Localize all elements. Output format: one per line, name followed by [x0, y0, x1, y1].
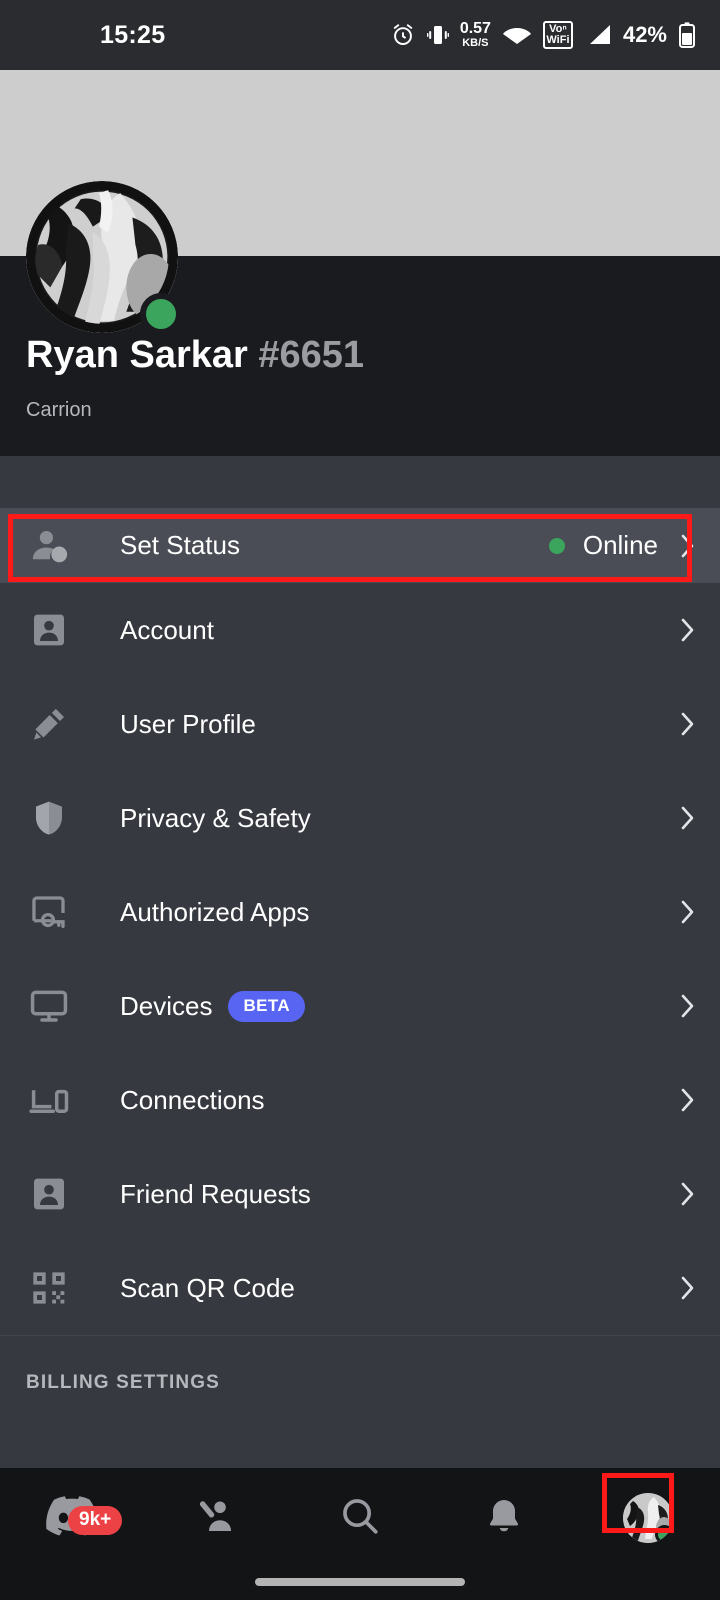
vowifi-icon: Voⁿ WiFi	[542, 21, 573, 49]
friends-icon	[193, 1495, 239, 1542]
bell-icon	[484, 1495, 524, 1542]
chevron-right-icon	[680, 1180, 696, 1208]
list-top-spacer	[0, 456, 720, 508]
settings-row-scan-qr-code[interactable]: Scan QR Code	[0, 1241, 720, 1335]
alarm-icon	[390, 22, 416, 48]
qr-code-icon	[26, 1265, 72, 1311]
nav-tab-search[interactable]	[288, 1468, 432, 1568]
wifi-icon	[502, 23, 532, 47]
online-status-dot	[548, 537, 565, 554]
chevron-right-icon	[680, 1274, 696, 1302]
section-header-billing-settings: BILLING SETTINGS	[26, 1372, 220, 1393]
pencil-icon	[26, 701, 72, 747]
profile-header: Ryan Sarkar #6651 Carrion	[0, 181, 720, 456]
chevron-right-icon	[680, 532, 696, 560]
settings-row-devices[interactable]: Devices BETA	[0, 959, 720, 1053]
settings-row-value-group	[680, 898, 696, 926]
beta-badge: BETA	[228, 990, 306, 1022]
settings-row-user-profile[interactable]: User Profile	[0, 677, 720, 771]
settings-row-label: Friend Requests	[120, 1178, 311, 1209]
bottom-navigation-bar: 9k+	[0, 1468, 720, 1600]
status-bar-icons: 0.57 KB/S Voⁿ WiFi 42%	[390, 21, 696, 49]
settings-row-account[interactable]: Account	[0, 583, 720, 677]
settings-row-label: User Profile	[120, 708, 256, 739]
cellular-signal-icon	[584, 23, 612, 47]
user-avatar-icon[interactable]	[623, 1493, 673, 1543]
settings-row-label: Account	[120, 614, 214, 645]
chevron-right-icon	[680, 616, 696, 644]
settings-row-value-group	[680, 710, 696, 738]
discriminator: #6651	[258, 334, 365, 376]
status-bar: 15:25 0.57 KB/S Voⁿ WiFi 42%	[0, 0, 720, 70]
chevron-right-icon	[680, 898, 696, 926]
settings-row-value-group	[680, 992, 696, 1020]
battery-percent-label: 42%	[622, 22, 667, 47]
person-status-icon	[26, 523, 72, 569]
settings-row-label: Privacy & Safety	[120, 802, 311, 833]
page-title: Ryan Sarkar #6651	[26, 334, 364, 377]
settings-row-value-group	[680, 1180, 696, 1208]
shield-icon	[26, 795, 72, 841]
id-card-person-icon	[26, 607, 72, 653]
settings-row-value-group: Online	[548, 530, 696, 561]
settings-row-label: Connections	[120, 1084, 265, 1115]
settings-row-authorized-apps[interactable]: Authorized Apps	[0, 865, 720, 959]
settings-row-label: Set Status	[120, 530, 240, 560]
battery-icon	[678, 21, 696, 49]
search-icon	[338, 1494, 382, 1543]
settings-row-label: Authorized Apps	[120, 896, 310, 927]
presence-indicator-online	[140, 293, 182, 335]
display-name: Ryan Sarkar	[26, 334, 248, 376]
chevron-right-icon	[680, 992, 696, 1020]
phone-screen: 15:25 0.57 KB/S Voⁿ WiFi 42% Ryan Sarkar…	[0, 0, 720, 1600]
settings-row-value-group	[680, 1274, 696, 1302]
custom-status-text: Carrion	[26, 399, 92, 421]
settings-row-value: Online	[582, 530, 658, 560]
avatar[interactable]	[26, 181, 182, 335]
network-speed-indicator: 0.57 KB/S	[460, 21, 491, 49]
chevron-right-icon	[680, 710, 696, 738]
id-card-person-icon	[26, 1171, 72, 1217]
unread-badge: 9k+	[68, 1506, 123, 1535]
chevron-right-icon	[680, 804, 696, 832]
settings-row-set-status[interactable]: Set Status Online	[0, 508, 720, 583]
settings-row-privacy-safety[interactable]: Privacy & Safety	[0, 771, 720, 865]
nav-tab-profile[interactable]	[576, 1468, 720, 1568]
laptop-phone-icon	[26, 1077, 72, 1123]
network-speed-unit: KB/S	[462, 37, 489, 49]
monitor-icon	[26, 983, 72, 1029]
nav-tab-servers[interactable]: 9k+	[0, 1468, 144, 1568]
settings-row-label: Scan QR Code	[120, 1272, 295, 1303]
nav-tab-mentions[interactable]	[432, 1468, 576, 1568]
settings-row-value-group	[680, 804, 696, 832]
settings-row-value-group	[680, 1086, 696, 1114]
settings-row-friend-requests[interactable]: Friend Requests	[0, 1147, 720, 1241]
gesture-home-bar[interactable]	[255, 1578, 465, 1586]
status-bar-clock: 15:25	[100, 20, 166, 49]
settings-row-connections[interactable]: Connections	[0, 1053, 720, 1147]
chevron-right-icon	[680, 1086, 696, 1114]
nav-presence-indicator-online	[655, 1525, 673, 1543]
settings-list: Set Status Online Account User Profile P…	[0, 456, 720, 1600]
vibrate-icon	[426, 22, 449, 48]
network-speed-value: 0.57	[459, 20, 491, 37]
vowifi-line2: WiFi	[546, 34, 570, 46]
authorized-apps-icon	[26, 889, 72, 935]
nav-tab-friends[interactable]	[144, 1468, 288, 1568]
settings-row-value-group	[680, 616, 696, 644]
settings-row-label: Devices	[120, 990, 213, 1021]
